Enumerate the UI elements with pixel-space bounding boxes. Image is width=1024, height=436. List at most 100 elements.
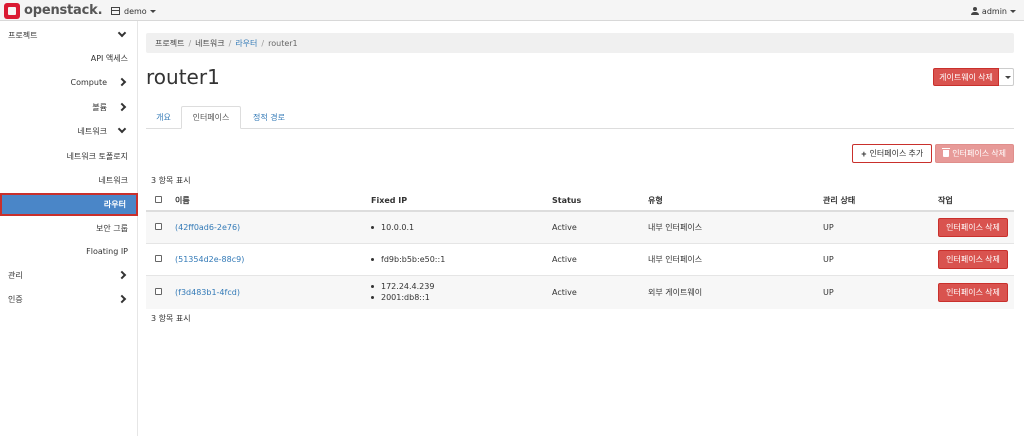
project-name: demo [124, 6, 147, 16]
tab-static-routes[interactable]: 정적 경로 [243, 106, 295, 129]
admin-state-cell: UP [823, 274, 938, 309]
sidebar-item-label: 볼륨 [92, 102, 107, 112]
sidebar-item-floating-ips[interactable]: Floating IP [0, 240, 138, 262]
fixed-ip: fd9b:b5b:e50::1 [371, 254, 552, 265]
fixed-ip: 10.0.0.1 [371, 222, 552, 233]
delete-interfaces-button[interactable]: 인터페이스 삭제 [935, 144, 1014, 163]
delete-interface-button[interactable]: 인터페이스 삭제 [938, 249, 1008, 269]
sidebar-item-label: 보안 그룹 [96, 223, 128, 233]
breadcrumb-separator: / [261, 38, 265, 48]
row-checkbox[interactable] [155, 222, 162, 230]
type-cell: 내부 인터페이스 [648, 242, 823, 275]
sidebar-item-routers[interactable]: 라우터 [0, 193, 138, 216]
type-cell: 외부 게이트웨이 [648, 274, 823, 309]
tab-overview[interactable]: 개요 [146, 106, 181, 129]
tab-interfaces[interactable]: 인터페이스 [181, 106, 241, 129]
sidebar-item-identity[interactable]: 인증 [0, 288, 138, 310]
add-interface-button[interactable]: + 인터페이스 추가 [852, 144, 933, 163]
name-cell: (f3d483b1-4fcd) [175, 274, 371, 309]
chevron-down-icon [117, 124, 127, 134]
actions-dropdown-toggle[interactable] [999, 68, 1014, 86]
caret-down-icon [1010, 9, 1016, 13]
delete-interface-button[interactable]: 인터페이스 삭제 [938, 217, 1008, 237]
item-count-top: 3 항목 표시 [151, 176, 191, 185]
user-menu[interactable]: admin [970, 5, 1016, 17]
row-select-cell [146, 210, 175, 243]
column-header-type[interactable]: 유형 [648, 190, 823, 212]
sidebar-item-admin[interactable]: 관리 [0, 264, 138, 286]
user-name: admin [981, 6, 1007, 16]
column-header-status[interactable]: Status [552, 190, 648, 212]
status-cell: Active [552, 242, 648, 275]
sidebar-item-network-topology[interactable]: 네트워크 토폴로지 [0, 145, 138, 167]
sidebar-item-compute[interactable]: Compute [0, 71, 138, 93]
name-cell: (51354d2e-88c9) [175, 242, 371, 275]
sidebar-item-label: 네트워크 [98, 175, 128, 185]
brand-text: openstack. [24, 3, 103, 18]
sidebar-item-network[interactable]: 네트워크 [0, 120, 138, 142]
gateway-actions: 게이트웨이 삭제 [933, 68, 1014, 86]
breadcrumb-item: 프로젝트 [155, 38, 185, 48]
sidebar-item-networks[interactable]: 네트워크 [0, 169, 138, 191]
sidebar-item-label: 라우터 [103, 200, 126, 209]
fixed-ip-cell: fd9b:b5b:e50::1 [371, 242, 552, 275]
breadcrumb-item: 네트워크 [195, 38, 225, 48]
table-actions: + 인터페이스 추가 인터페이스 삭제 [852, 144, 1014, 163]
project-switcher[interactable]: demo [111, 5, 156, 17]
table-row: (51354d2e-88c9) fd9b:b5b:e50::1 Active 내… [146, 242, 1014, 275]
delete-interface-button[interactable]: 인터페이스 삭제 [938, 282, 1008, 302]
table-header-row: 이름 Fixed IP Status 유형 관리 상태 작업 [146, 190, 1014, 212]
clear-gateway-button[interactable]: 게이트웨이 삭제 [933, 68, 999, 86]
status-cell: Active [552, 274, 648, 309]
action-cell: 인터페이스 삭제 [938, 274, 1014, 309]
sidebar-item-label: Floating IP [86, 246, 128, 256]
type-cell: 내부 인터페이스 [648, 210, 823, 243]
interfaces-table: 이름 Fixed IP Status 유형 관리 상태 작업 (42ff0ad6… [146, 190, 1014, 309]
status-cell: Active [552, 210, 648, 243]
chevron-down-icon [117, 28, 127, 38]
sidebar-item-label: 프로젝트 [8, 30, 38, 40]
brand[interactable]: openstack. [4, 2, 103, 19]
fixed-ip: 172.24.4.239 [371, 281, 552, 292]
top-navbar: openstack. demo admin [0, 0, 1024, 21]
item-count-bottom: 3 항목 표시 [151, 314, 191, 323]
openstack-logo-icon [4, 2, 20, 19]
breadcrumb-separator: / [188, 38, 192, 48]
column-header-admin-state[interactable]: 관리 상태 [823, 190, 938, 212]
fixed-ip-cell: 10.0.0.1 [371, 210, 552, 243]
interface-name-link[interactable]: (f3d483b1-4fcd) [175, 288, 240, 297]
add-interface-label: 인터페이스 추가 [869, 149, 924, 158]
sidebar-item-label: 관리 [8, 270, 23, 280]
caret-down-icon [1004, 75, 1011, 79]
trash-icon [942, 148, 951, 157]
column-header-fixed-ip[interactable]: Fixed IP [371, 190, 552, 212]
breadcrumb-current: router1 [268, 38, 298, 48]
row-select-cell [146, 242, 175, 275]
fixed-ip-cell: 172.24.4.239 2001:db8::1 [371, 274, 552, 309]
chevron-right-icon [117, 270, 127, 280]
sidebar-item-volumes[interactable]: 볼륨 [0, 96, 138, 118]
tab-bar: 개요 인터페이스 정적 경로 [146, 106, 1014, 129]
row-select-cell [146, 274, 175, 309]
sidebar-item-api-access[interactable]: API 액세스 [0, 47, 138, 69]
fixed-ip: 2001:db8::1 [371, 292, 552, 303]
page-title: router1 [146, 65, 220, 89]
breadcrumb: 프로젝트 / 네트워크 / 라우터 / router1 [146, 33, 1014, 53]
row-checkbox[interactable] [155, 287, 162, 295]
breadcrumb-link-routers[interactable]: 라우터 [235, 38, 257, 49]
name-cell: (42ff0ad6-2e76) [175, 210, 371, 243]
action-cell: 인터페이스 삭제 [938, 210, 1014, 243]
project-icon [111, 7, 120, 15]
user-icon [970, 7, 979, 15]
interface-name-link[interactable]: (51354d2e-88c9) [175, 255, 244, 264]
caret-down-icon [149, 9, 156, 13]
plus-icon: + [861, 148, 867, 159]
interface-name-link[interactable]: (42ff0ad6-2e76) [175, 223, 240, 232]
sidebar-item-security-groups[interactable]: 보안 그룹 [0, 217, 138, 239]
sidebar-item-project[interactable]: 프로젝트 [0, 24, 138, 46]
row-checkbox[interactable] [155, 254, 162, 262]
select-all-checkbox[interactable] [155, 195, 162, 203]
breadcrumb-separator: / [228, 38, 232, 48]
chevron-right-icon [117, 102, 127, 112]
column-header-name[interactable]: 이름 [175, 190, 371, 212]
